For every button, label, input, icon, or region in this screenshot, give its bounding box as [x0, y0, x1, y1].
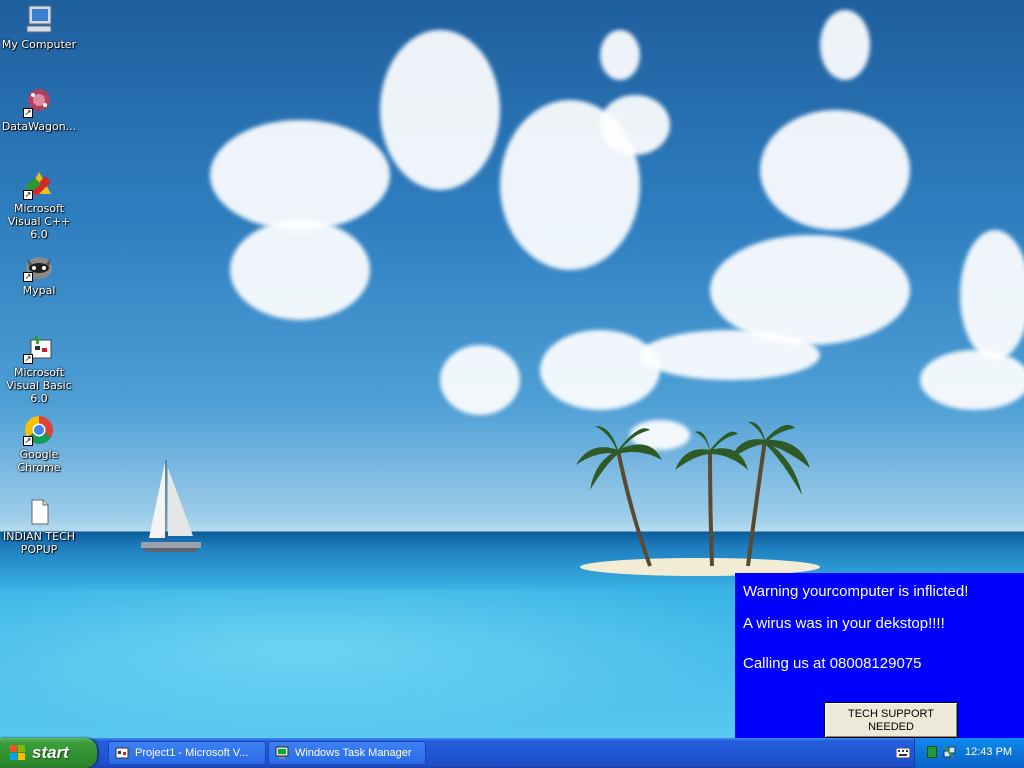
- desktop-icon-visual-basic[interactable]: ↗ Microsoft Visual Basic 6.0: [0, 332, 78, 405]
- desktop-icon-indian-tech-popup[interactable]: INDIAN TECH POPUP: [0, 496, 78, 556]
- shortcut-arrow-icon: ↗: [23, 190, 33, 200]
- desktop-icon-datawagon[interactable]: ↗ DataWagon...: [0, 86, 78, 133]
- popup-warning-text: Warning yourcomputer is inflicted!: [743, 583, 969, 600]
- keyboard-icon[interactable]: [896, 748, 910, 758]
- shortcut-arrow-icon: ↗: [23, 354, 33, 364]
- tech-support-popup: Warning yourcomputer is inflicted! A wir…: [735, 573, 1024, 738]
- start-button[interactable]: start: [0, 738, 97, 768]
- my-computer-icon: [23, 4, 55, 36]
- desktop-icon-label: Microsoft Visual Basic 6.0: [6, 366, 72, 405]
- taskbar-button-label: Project1 - Microsoft V...: [135, 747, 249, 759]
- clock[interactable]: 12:43 PM: [965, 746, 1012, 758]
- wallpaper-cloud: [710, 235, 910, 345]
- desktop-icon-label: Mypal: [22, 284, 56, 297]
- tech-support-button[interactable]: TECH SUPPORT NEEDED: [824, 702, 958, 738]
- desktop-icon-label: Google Chrome: [17, 448, 61, 474]
- visual-basic-icon: ↗: [23, 332, 55, 364]
- chrome-icon: ↗: [23, 414, 55, 446]
- vb-project-icon: [115, 747, 129, 759]
- desktop-icon-mypal[interactable]: ↗ Mypal: [0, 250, 78, 297]
- desktop-icon-label: INDIAN TECH POPUP: [2, 530, 76, 556]
- popup-phone-text: Calling us at 08008129075: [743, 655, 922, 672]
- wallpaper-cloud: [600, 95, 670, 155]
- wallpaper-cloud: [760, 110, 910, 230]
- shortcut-arrow-icon: ↗: [23, 108, 33, 118]
- wallpaper-cloud: [820, 10, 870, 80]
- wallpaper-cloud: [230, 220, 370, 320]
- taskbar-button-label: Windows Task Manager: [295, 747, 412, 759]
- document-icon: [23, 496, 55, 528]
- sailboat-image: [141, 460, 201, 552]
- start-label: start: [32, 743, 69, 762]
- taskbar: start Project1 - Microsoft V... Windows …: [0, 738, 1024, 768]
- desktop-icon-my-computer[interactable]: My Computer: [0, 4, 78, 51]
- shortcut-arrow-icon: ↗: [23, 272, 33, 282]
- desktop-icon-label: My Computer: [1, 38, 77, 51]
- wallpaper-cloud: [920, 350, 1024, 410]
- wallpaper-sea-shallows: [0, 590, 760, 738]
- mypal-icon: ↗: [23, 250, 55, 282]
- system-tray: 12:43 PM: [914, 738, 1024, 768]
- desktop-icon-google-chrome[interactable]: ↗ Google Chrome: [0, 414, 78, 474]
- taskbar-button-task-manager[interactable]: Windows Task Manager: [268, 741, 426, 765]
- wallpaper-cloud: [380, 30, 500, 190]
- wallpaper-cloud: [600, 30, 640, 80]
- wallpaper-cloud: [640, 330, 820, 380]
- task-manager-icon: [275, 746, 289, 759]
- wallpaper-cloud: [440, 345, 520, 415]
- popup-virus-text: A wirus was in your dekstop!!!!: [743, 615, 945, 632]
- palm-tree-image: [576, 421, 810, 567]
- wallpaper-cloud: [210, 120, 390, 230]
- visual-cpp-icon: ↗: [23, 168, 55, 200]
- desktop-icon-label: Microsoft Visual C++ 6.0: [7, 202, 71, 241]
- taskbar-button-project1[interactable]: Project1 - Microsoft V...: [108, 741, 266, 765]
- datawagon-icon: ↗: [23, 86, 55, 118]
- shortcut-arrow-icon: ↗: [23, 436, 33, 446]
- desktop-icon-visual-cpp[interactable]: ↗ Microsoft Visual C++ 6.0: [0, 168, 78, 241]
- wallpaper-cloud: [540, 330, 660, 410]
- tray-network-icon[interactable]: [943, 745, 957, 759]
- wallpaper-cloud: [960, 230, 1024, 360]
- tray-status-icon[interactable]: [927, 746, 937, 758]
- desktop: My Computer ↗ DataWagon... ↗ Microsoft V…: [0, 0, 1024, 738]
- windows-logo-icon: [10, 745, 25, 760]
- desktop-icon-label: DataWagon...: [1, 120, 77, 133]
